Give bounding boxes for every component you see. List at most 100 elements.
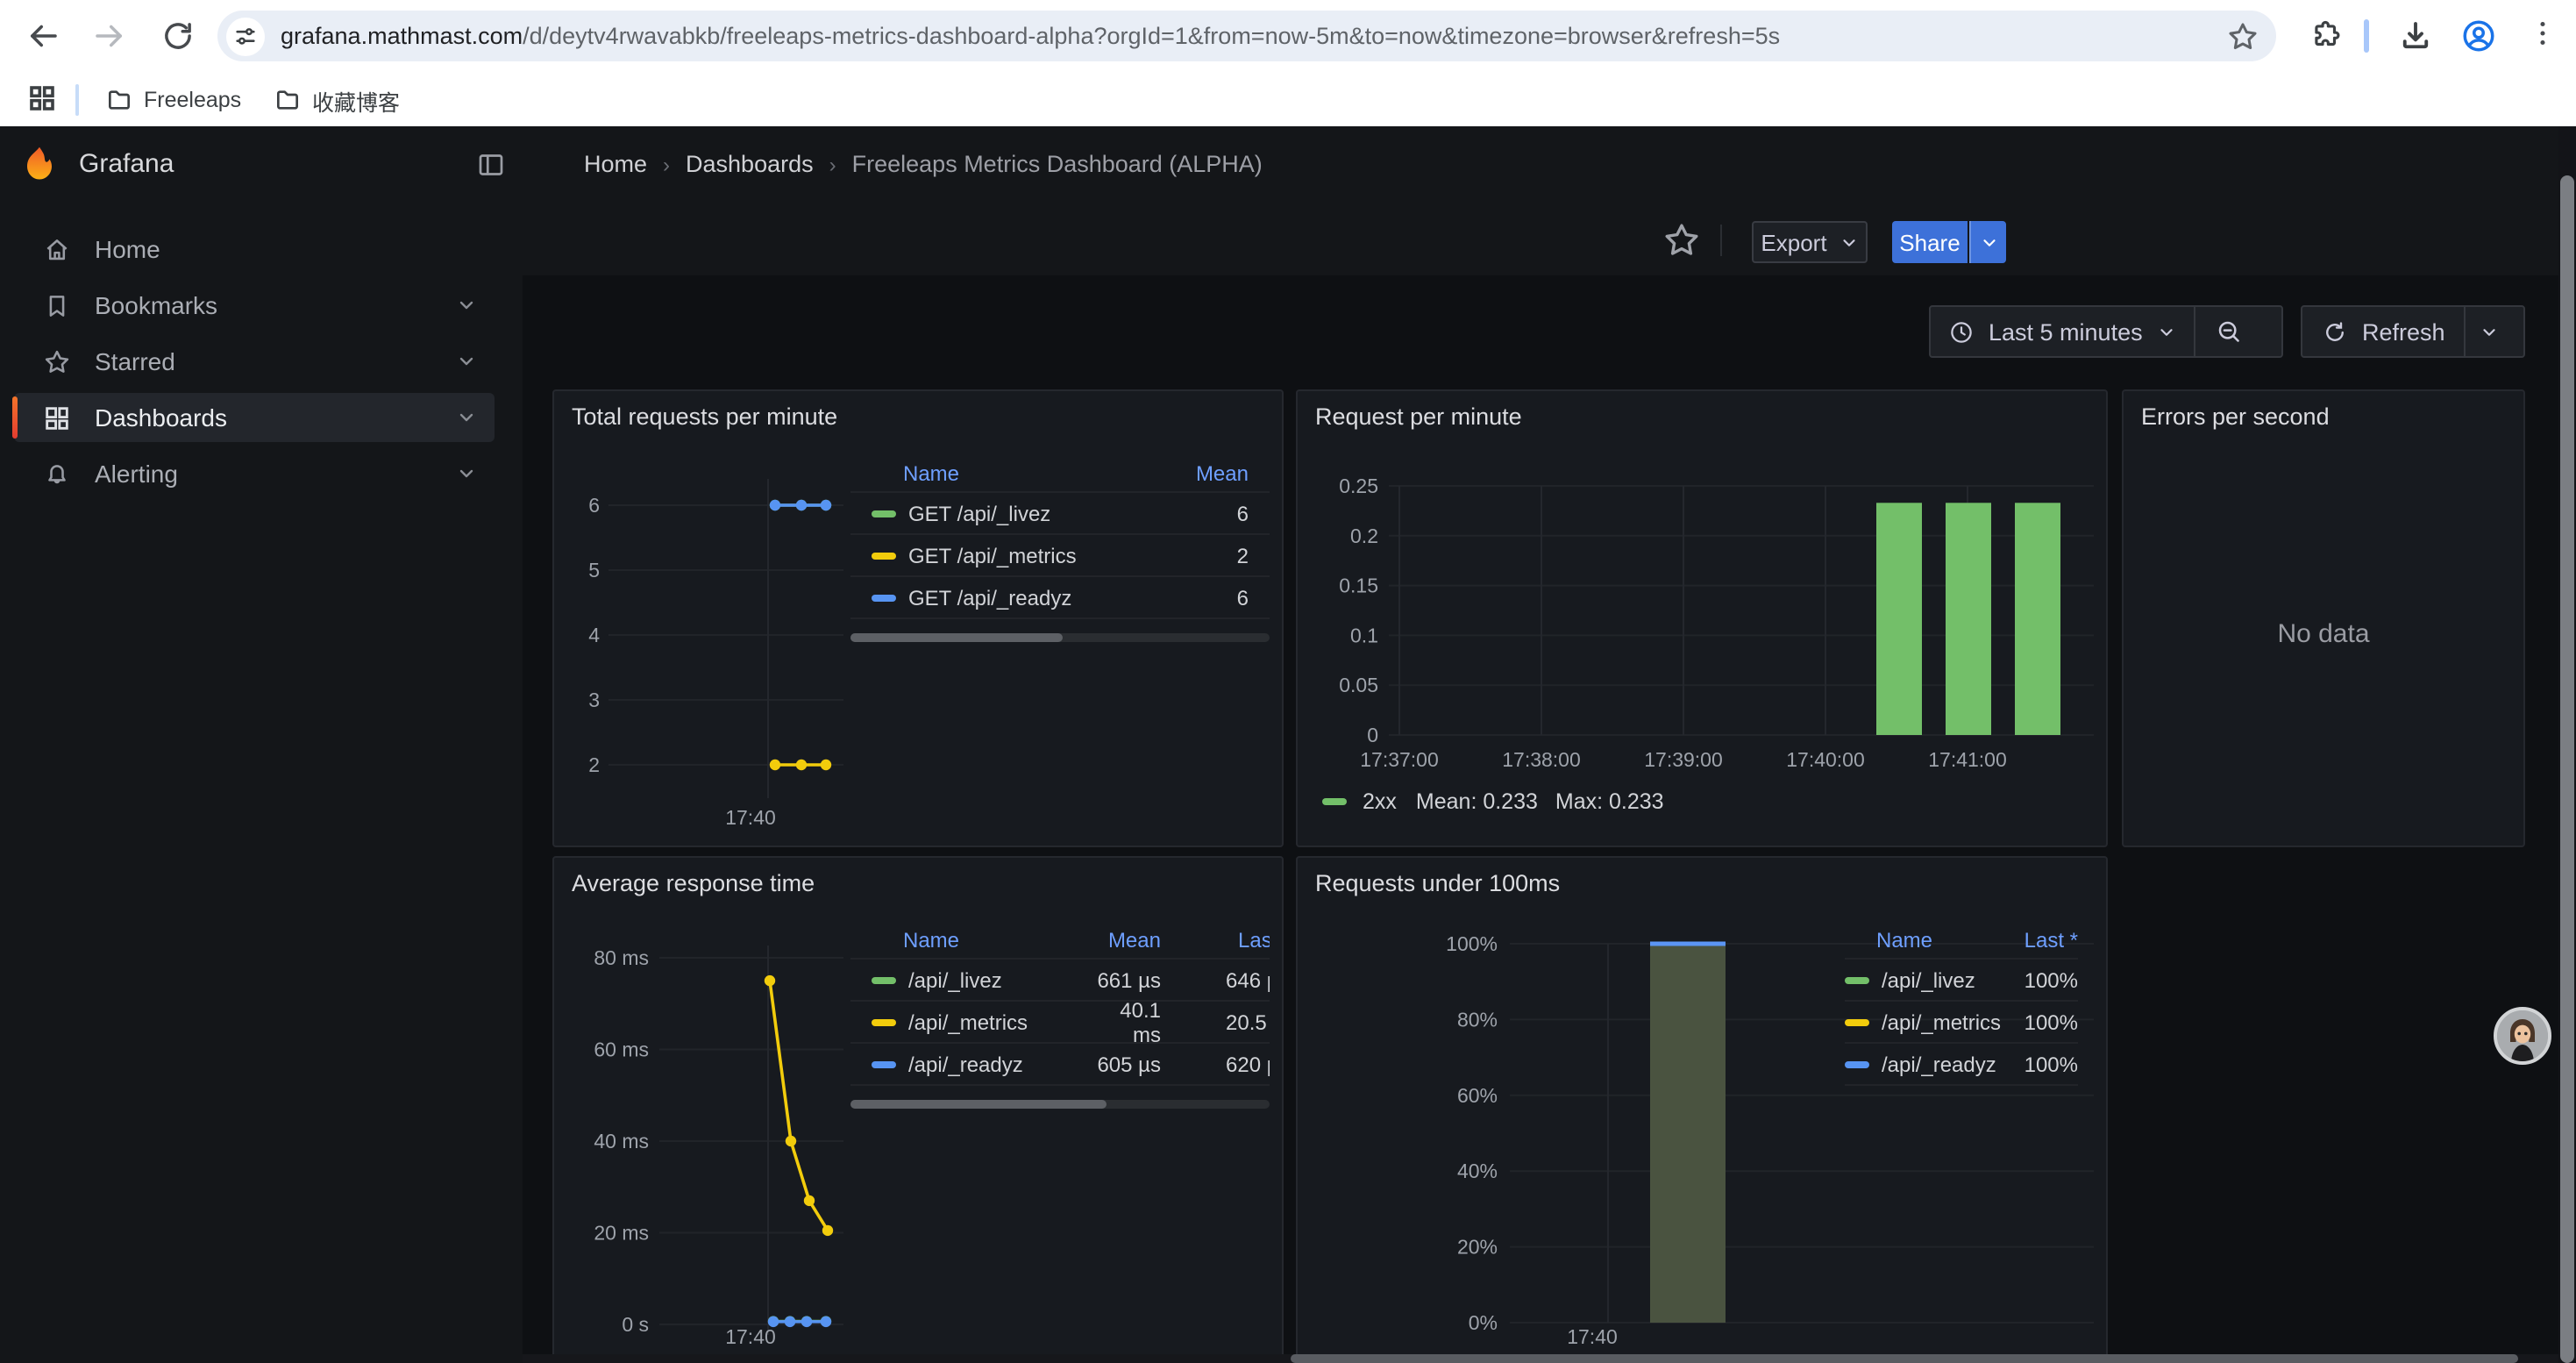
legend-row: GET /api/_livez 6: [850, 493, 1270, 535]
chevron-down-icon[interactable]: [456, 463, 477, 484]
legend-series[interactable]: GET /api/_metrics: [850, 543, 1087, 567]
forward-icon[interactable]: [91, 18, 128, 54]
extensions-icon[interactable]: [2309, 19, 2343, 53]
sidebar-toggle-icon[interactable]: [475, 149, 507, 181]
breadcrumb-home[interactable]: Home: [584, 151, 647, 177]
y-axis-label: 0: [1367, 724, 1378, 746]
legend-table: Name Mean GET /api/_livez 6 GET /api/_me…: [850, 454, 1270, 642]
data-point[interactable]: [768, 1317, 779, 1327]
data-point[interactable]: [765, 975, 775, 986]
sidebar-item-starred[interactable]: Starred: [14, 337, 495, 386]
refresh-interval-button[interactable]: [2466, 307, 2512, 356]
series-swatch: [872, 1060, 896, 1067]
legend-col-name[interactable]: Name: [850, 460, 1087, 485]
share-button[interactable]: Share: [1892, 221, 1968, 263]
zoom-out-button[interactable]: [2195, 307, 2264, 356]
bookmark-folder-freeleaps[interactable]: Freeleaps: [105, 81, 241, 119]
legend-last-value: 100%: [2003, 1052, 2078, 1076]
legend-series[interactable]: 2xx: [1363, 789, 1397, 814]
y-axis-label: 0.05: [1339, 674, 1378, 696]
sidebar-item-home[interactable]: Home: [14, 225, 495, 274]
data-point[interactable]: [786, 1136, 796, 1146]
data-point[interactable]: [796, 760, 807, 770]
y-axis-label: 100%: [1446, 932, 1498, 955]
floating-assistant-avatar[interactable]: [2494, 1007, 2551, 1065]
url-bar[interactable]: grafana.mathmast.com/d/deytv4rwavabkb/fr…: [217, 11, 2276, 61]
legend-series[interactable]: /api/_metrics: [1845, 1010, 2003, 1034]
sidebar-item-alerting[interactable]: Alerting: [14, 449, 495, 498]
data-point[interactable]: [801, 1317, 812, 1327]
bookmark-star-icon[interactable]: [2225, 18, 2260, 54]
legend-col-last[interactable]: Last *: [1161, 927, 1270, 952]
profile-icon[interactable]: [2460, 18, 2497, 54]
series-swatch: [1845, 1060, 1869, 1067]
share-menu-button[interactable]: [1969, 221, 2006, 263]
legend-col-name[interactable]: Name: [850, 927, 1087, 952]
apps-grid-icon[interactable]: [26, 82, 58, 114]
horizontal-scrollbar-thumb[interactable]: [1291, 1354, 2518, 1363]
legend-mean-value: 2: [1087, 543, 1270, 567]
y-axis-label: 20%: [1457, 1236, 1498, 1259]
panel-request-per-minute: Request per minute 0.250.20.150.10.05017…: [1296, 389, 2108, 847]
data-point[interactable]: [796, 500, 807, 510]
legend-row: /api/_livez 100%: [1845, 960, 2078, 1002]
grafana-logo[interactable]: [21, 146, 58, 182]
vertical-scrollbar-thumb[interactable]: [2560, 175, 2574, 1363]
sidebar-item-dashboards[interactable]: Dashboards: [14, 393, 495, 442]
time-controls: Last 5 minutes: [1929, 305, 2283, 358]
bar[interactable]: [2015, 503, 2060, 735]
legend-series[interactable]: GET /api/_readyz: [850, 585, 1087, 610]
legend-series[interactable]: /api/_livez: [850, 967, 1087, 992]
legend-col-last[interactable]: Last *: [2003, 927, 2078, 952]
home-icon: [42, 234, 72, 264]
bookmarks-bar: Freeleaps 收藏博客: [0, 72, 2576, 128]
legend-scrollbar-thumb[interactable]: [850, 1100, 1107, 1109]
breadcrumb-dashboards[interactable]: Dashboards: [686, 151, 814, 177]
legend-series[interactable]: GET /api/_livez: [850, 501, 1087, 525]
chevron-down-icon[interactable]: [456, 407, 477, 428]
chevron-down-icon[interactable]: [456, 351, 477, 372]
data-point[interactable]: [785, 1317, 795, 1327]
bar[interactable]: [1650, 944, 1726, 1323]
bookmark-folder-label: Freeleaps: [144, 88, 241, 112]
legend-col-mean[interactable]: Mean: [1087, 460, 1270, 485]
browser-menu-icon[interactable]: [2527, 18, 2558, 54]
chevron-down-icon[interactable]: [456, 295, 477, 316]
series-swatch: [1322, 798, 1347, 805]
data-point[interactable]: [804, 1195, 815, 1206]
data-point[interactable]: [821, 500, 831, 510]
legend-series[interactable]: /api/_livez: [1845, 967, 2003, 992]
legend-row: GET /api/_metrics 2: [850, 535, 1270, 577]
legend-col-name[interactable]: Name: [1845, 927, 2003, 952]
legend-col-mean[interactable]: Mean: [1087, 927, 1161, 952]
legend-series[interactable]: /api/_readyz: [850, 1052, 1087, 1076]
bookmark-folder-blogs[interactable]: 收藏博客: [274, 81, 400, 119]
bar[interactable]: [1876, 503, 1922, 735]
panel-requests-under-100ms: Requests under 100ms 100%80%60%40%20%0%1…: [1296, 856, 2108, 1363]
legend-series[interactable]: /api/_metrics: [850, 1010, 1087, 1034]
reload-icon[interactable]: [160, 18, 196, 54]
time-range-picker[interactable]: Last 5 minutes: [1931, 307, 2194, 356]
folder-icon: [105, 86, 133, 114]
data-point[interactable]: [770, 500, 780, 510]
site-settings-icon[interactable]: [226, 17, 265, 55]
legend-series[interactable]: /api/_readyz: [1845, 1052, 2003, 1076]
clock-icon: [1948, 318, 1975, 345]
legend-row: /api/_metrics 40.1 ms 20.5 ms: [850, 1002, 1270, 1044]
chevron-down-icon: [2157, 322, 2176, 341]
data-point[interactable]: [821, 1317, 831, 1327]
sidebar-item-bookmarks[interactable]: Bookmarks: [14, 281, 495, 330]
chevron-down-icon: [1839, 232, 1859, 252]
refresh-button[interactable]: Refresh: [2302, 307, 2465, 356]
data-point[interactable]: [821, 760, 831, 770]
download-icon[interactable]: [2397, 18, 2434, 54]
back-icon[interactable]: [25, 18, 61, 54]
legend-scrollbar-thumb[interactable]: [850, 633, 1063, 642]
legend-mean-value: 661 µs: [1087, 967, 1161, 992]
data-point[interactable]: [770, 760, 780, 770]
favorite-star-icon[interactable]: [1661, 219, 1703, 261]
panel-title[interactable]: Errors per second: [2141, 403, 2330, 430]
data-point[interactable]: [822, 1225, 833, 1236]
bar[interactable]: [1946, 503, 1991, 735]
export-button[interactable]: Export: [1752, 221, 1868, 263]
